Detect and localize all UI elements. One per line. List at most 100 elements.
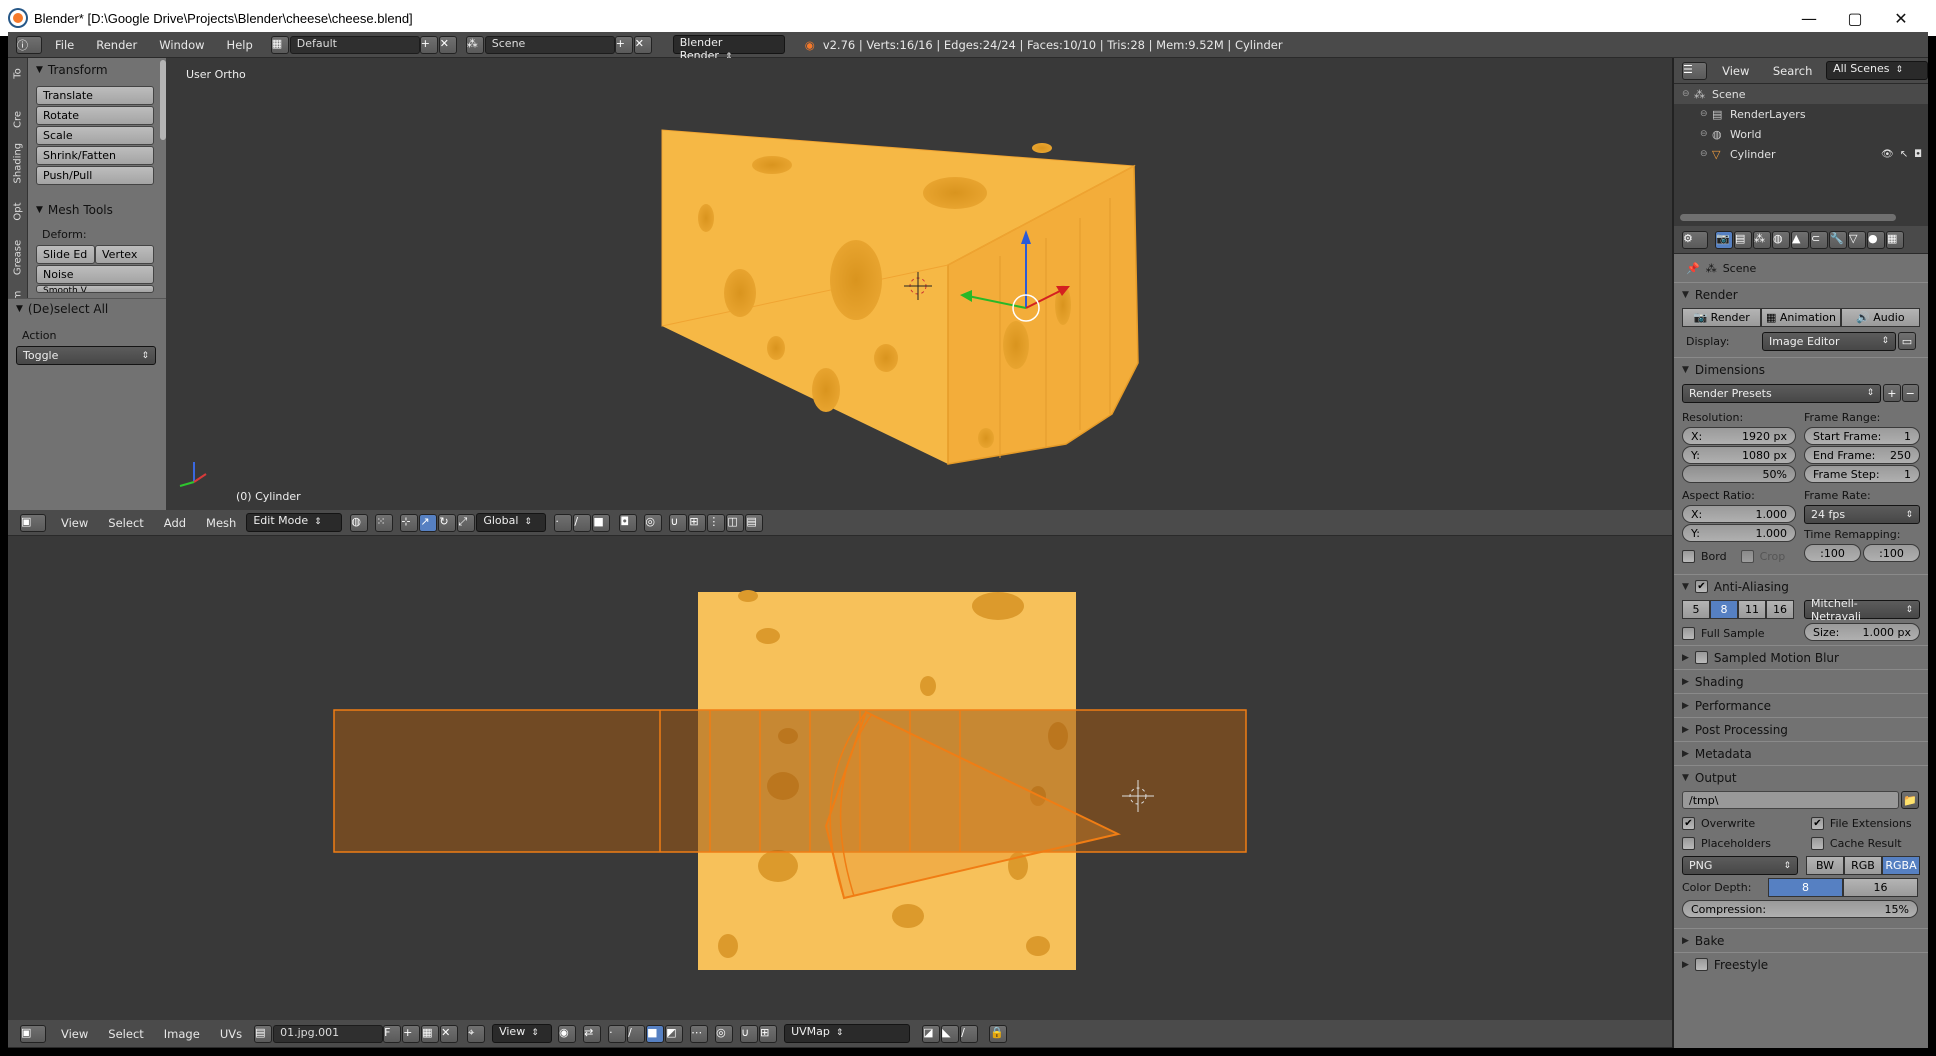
proportional-edit-icon[interactable]: ◎ (644, 513, 663, 532)
pin-icon[interactable]: ⌖ (467, 1024, 486, 1043)
menu-render[interactable]: Render (96, 38, 137, 52)
uvmap-select[interactable]: UVMap (784, 1024, 911, 1043)
image-menu-image[interactable]: Image (164, 1027, 200, 1041)
aspect-x-field[interactable]: X: 1.000 (1682, 505, 1796, 523)
tool-tab-cre[interactable]: Cre (13, 102, 24, 138)
expand-icon[interactable]: ⊖ (1700, 149, 1712, 159)
sticky-mode-icon[interactable]: ⋯ (690, 1024, 709, 1043)
layout-remove-icon[interactable]: ✕ (438, 35, 457, 54)
scene-tab-icon[interactable]: ⁂ (1753, 230, 1771, 249)
pivot-icon[interactable]: ⁙ (375, 513, 394, 532)
selectable-cursor-icon[interactable]: ↖ (1900, 149, 1908, 160)
image-browse-icon[interactable]: ▤ (254, 1024, 273, 1043)
remap-old-field[interactable]: :100 (1804, 544, 1861, 562)
manipulator-icon[interactable]: ⊹ (400, 513, 419, 532)
world-tab-icon[interactable]: ◍ (1772, 230, 1790, 249)
view3d-menu-mesh[interactable]: Mesh (206, 516, 236, 530)
tool-tab-to[interactable]: To (13, 56, 24, 92)
image-name-field[interactable]: 01.jpg.001 (273, 1024, 384, 1043)
mode-select[interactable]: Edit Mode (246, 513, 343, 532)
end-frame-field[interactable]: End Frame: 250 (1804, 446, 1920, 464)
data-tab-icon[interactable]: ▽ (1848, 230, 1866, 249)
frame-step-field[interactable]: Frame Step: 1 (1804, 465, 1920, 483)
border-checkbox[interactable] (1682, 549, 1695, 563)
view3d-editor-type-icon[interactable]: ▣ (20, 513, 46, 532)
tool-tab-grease[interactable]: Grease (13, 240, 24, 276)
preset-remove-icon[interactable]: − (1901, 384, 1919, 402)
outliner-item-cylinder[interactable]: ⊖ ▽ Cylinder 👁 ↖ ◘ (1674, 144, 1928, 164)
push-pull-button[interactable]: Push/Pull (36, 166, 154, 185)
pin-context-icon[interactable]: 📌 (1686, 262, 1700, 275)
shrink-fatten-button[interactable]: Shrink/Fatten (36, 146, 154, 165)
preset-add-icon[interactable]: + (1883, 384, 1901, 402)
render-presets-select[interactable]: Render Presets (1682, 383, 1882, 403)
animation-button[interactable]: ▦ Animation (1761, 308, 1841, 327)
face-select-icon[interactable]: ■ (592, 513, 611, 532)
remap-new-field[interactable]: :100 (1863, 544, 1920, 562)
expand-icon[interactable]: ⊖ (1682, 89, 1694, 99)
transform-header[interactable]: ▼ Transform (36, 60, 154, 80)
renderable-camera-icon[interactable]: ◘ (1914, 149, 1922, 160)
layout-field[interactable]: Default (289, 35, 420, 54)
outliner-filter-select[interactable]: All Scenes (1826, 61, 1928, 80)
outliner-view-menu[interactable]: View (1722, 64, 1749, 78)
color-depth-16[interactable]: 16 (1843, 878, 1918, 897)
resolution-y-field[interactable]: Y: 1080 px (1682, 446, 1796, 464)
sync-select-icon[interactable]: ⇄ (583, 1024, 602, 1043)
translate-manip-icon[interactable]: ↗ (419, 513, 438, 532)
translate-button[interactable]: Translate (36, 86, 154, 105)
scene-icon[interactable]: ⁂ (465, 35, 484, 54)
view-mode-select[interactable]: View (492, 1024, 553, 1043)
output-section-header[interactable]: ▼ Output (1674, 765, 1928, 789)
render-engine-select[interactable]: Blender Render (672, 35, 785, 62)
material-tab-icon[interactable]: ● (1867, 230, 1885, 249)
render-view-icon[interactable]: ▭ (1898, 332, 1916, 350)
cheese-mesh[interactable] (661, 129, 1139, 465)
aa-sample-8[interactable]: 8 (1710, 600, 1738, 619)
scene-remove-icon[interactable]: ✕ (633, 35, 652, 54)
maximize-button[interactable]: ▢ (1832, 0, 1878, 36)
menu-file[interactable]: File (55, 38, 74, 52)
outliner-item-world[interactable]: ⊖ ◍ World (1674, 124, 1928, 144)
view3d-menu-select[interactable]: Select (108, 516, 143, 530)
outliner-type-icon[interactable]: ☰ (1682, 61, 1708, 80)
image-new-icon[interactable]: + (402, 1024, 421, 1043)
fps-select[interactable]: 24 fps (1804, 505, 1920, 524)
view3d-menu-view[interactable]: View (61, 516, 88, 530)
scene-add-icon[interactable]: + (614, 35, 633, 54)
bake-section-header[interactable]: ▶ Bake (1674, 928, 1928, 952)
anti-aliasing-section-header[interactable]: ▼ ✔ Anti-Aliasing (1674, 574, 1928, 598)
aa-sample-11[interactable]: 11 (1738, 600, 1766, 619)
crop-checkbox[interactable] (1740, 549, 1754, 563)
menu-window[interactable]: Window (159, 38, 204, 52)
render-section-header[interactable]: ▼ Render (1674, 282, 1928, 306)
layout-icon[interactable]: ▦ (270, 35, 289, 54)
orientation-select[interactable]: Global (476, 513, 547, 532)
performance-section-header[interactable]: ▶ Performance (1674, 693, 1928, 717)
render-tab-icon[interactable]: 📷 (1715, 230, 1733, 249)
minimize-button[interactable]: — (1786, 0, 1832, 36)
anti-aliasing-checkbox[interactable]: ✔ (1694, 580, 1708, 593)
full-sample-checkbox[interactable] (1682, 626, 1695, 640)
brush-icon[interactable]: ∕ (960, 1024, 979, 1043)
layout-add-icon[interactable]: + (419, 35, 438, 54)
post-processing-section-header[interactable]: ▶ Post Processing (1674, 717, 1928, 741)
aa-sample-16[interactable]: 16 (1766, 600, 1794, 619)
modifiers-tab-icon[interactable]: 🔧 (1829, 230, 1847, 249)
freestyle-checkbox[interactable] (1694, 958, 1708, 971)
shading-icon[interactable]: ◍ (350, 513, 369, 532)
image-editor-type-icon[interactable]: ▣ (20, 1024, 46, 1043)
slide-vertex-button[interactable]: Vertex (95, 245, 154, 264)
output-browse-icon[interactable]: 📁 (1901, 791, 1919, 809)
image-menu-view[interactable]: View (61, 1027, 88, 1041)
operator-header[interactable]: ▼ (De)select All (8, 299, 166, 319)
cache-result-checkbox[interactable] (1810, 836, 1824, 850)
slide-edge-button[interactable]: Slide Ed (36, 245, 95, 264)
audio-button[interactable]: 🔊 Audio (1840, 308, 1920, 327)
uv-snap-element-icon[interactable]: ⊞ (759, 1024, 778, 1043)
outliner-scrollbar[interactable] (1680, 214, 1896, 221)
view3d-menu-add[interactable]: Add (164, 516, 186, 530)
outliner-search-menu[interactable]: Search (1773, 64, 1813, 78)
close-button[interactable]: ✕ (1878, 0, 1924, 36)
render-icon[interactable]: ◫ (726, 513, 745, 532)
